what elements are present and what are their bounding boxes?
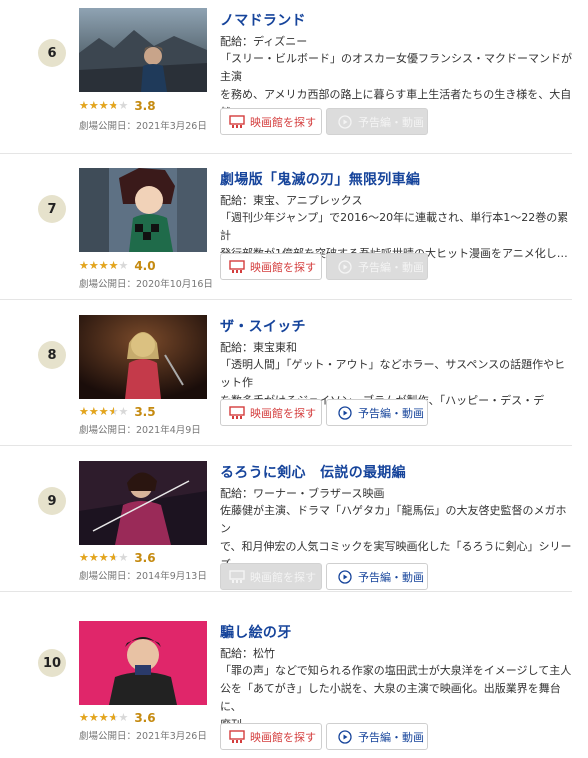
theater-icon (229, 259, 245, 274)
play-circle-icon (337, 729, 353, 744)
distributor: 配給：東宝東和 (220, 341, 297, 354)
movie-title-link[interactable]: ザ・スイッチ (220, 316, 306, 336)
play-circle-icon (337, 114, 353, 129)
rating-score: 3.6 (134, 711, 156, 725)
movie-poster-thumbnail[interactable] (79, 621, 207, 705)
movie-title-link[interactable]: 騙し絵の牙 (220, 622, 292, 642)
trailer-video-button[interactable]: 予告編・動画 (326, 723, 428, 750)
star-icons: ★★★★★★★★★★ (79, 405, 129, 418)
rank-badge: 7 (38, 195, 66, 223)
movie-poster-thumbnail[interactable] (79, 8, 207, 92)
release-date: 劇場公開日：2021年3月26日 (79, 731, 207, 742)
release-date: 劇場公開日：2021年4月9日 (79, 425, 201, 436)
release-date: 劇場公開日：2021年3月26日 (79, 121, 207, 132)
rating-score: 3.5 (134, 405, 156, 419)
play-circle-icon (337, 569, 353, 584)
movie-title-link[interactable]: るろうに剣心 伝説の最期編 (220, 462, 406, 482)
theater-icon (229, 405, 245, 420)
find-theater-button[interactable]: 映画館を探す (220, 563, 322, 590)
movie-item: 7 ★★★★★★★★★★ 4.0 劇場公開日：2020年10月16日 劇場版「鬼… (0, 154, 572, 300)
rating-score: 3.8 (134, 99, 156, 113)
trailer-video-button[interactable]: 予告編・動画 (326, 108, 428, 135)
find-theater-button[interactable]: 映画館を探す (220, 399, 322, 426)
rank-badge: 9 (38, 487, 66, 515)
movie-item: 6 ★★★★★★★★★★ 3.8 劇場公開日：2021 (0, 8, 572, 154)
play-circle-icon (337, 259, 353, 274)
star-rating: ★★★★★★★★★★ 3.8 (79, 98, 156, 114)
rank-badge: 6 (38, 39, 66, 67)
movie-ranking-list: 6 ★★★★★★★★★★ 3.8 劇場公開日：2021 (0, 0, 588, 758)
star-rating: ★★★★★★★★★★ 3.6 (79, 710, 156, 726)
theater-icon (229, 114, 245, 129)
star-icons: ★★★★★★★★★★ (79, 99, 129, 112)
release-date: 劇場公開日：2014年9月13日 (79, 571, 207, 582)
movie-title-link[interactable]: 劇場版「鬼滅の刃」無限列車編 (220, 169, 420, 189)
distributor: 配給：松竹 (220, 647, 275, 660)
rank-badge: 8 (38, 341, 66, 369)
movie-poster-thumbnail[interactable] (79, 461, 207, 545)
distributor: 配給：ワーナー・ブラザース映画 (220, 487, 385, 500)
movie-item: 8 ★★★★★★★★★★ 3.5 劇場公開日：2021年4月9日 (0, 300, 572, 446)
star-rating: ★★★★★★★★★★ 4.0 (79, 258, 156, 274)
star-icons: ★★★★★★★★★★ (79, 711, 129, 724)
star-rating: ★★★★★★★★★★ 3.5 (79, 404, 156, 420)
distributor: 配給：ディズニー (220, 35, 308, 48)
trailer-video-button[interactable]: 予告編・動画 (326, 563, 428, 590)
find-theater-button[interactable]: 映画館を探す (220, 253, 322, 280)
movie-item: 9 ★★★★★★★★★★ 3.6 劇場公開日：2014年9月13日 るろうに剣心… (0, 446, 572, 592)
rating-score: 3.6 (134, 551, 156, 565)
rating-score: 4.0 (134, 259, 156, 273)
star-rating: ★★★★★★★★★★ 3.6 (79, 550, 156, 566)
movie-title-link[interactable]: ノマドランド (220, 10, 306, 30)
trailer-video-button[interactable]: 予告編・動画 (326, 399, 428, 426)
find-theater-button[interactable]: 映画館を探す (220, 723, 322, 750)
rank-badge: 10 (38, 649, 66, 677)
play-circle-icon (337, 405, 353, 420)
movie-poster-thumbnail[interactable] (79, 168, 207, 252)
star-icons: ★★★★★★★★★★ (79, 259, 129, 272)
release-date: 劇場公開日：2020年10月16日 (79, 279, 213, 290)
movie-poster-thumbnail[interactable] (79, 315, 207, 399)
star-icons: ★★★★★★★★★★ (79, 551, 129, 564)
distributor: 配給：東宝、アニプレックス (220, 194, 363, 207)
theater-icon (229, 569, 245, 584)
trailer-video-button[interactable]: 予告編・動画 (326, 253, 428, 280)
movie-item: 10 ★★★★★★★★★★ 3.6 劇場公開日：2021年3月26日 騙し絵の牙… (0, 606, 572, 758)
find-theater-button[interactable]: 映画館を探す (220, 108, 322, 135)
theater-icon (229, 729, 245, 744)
